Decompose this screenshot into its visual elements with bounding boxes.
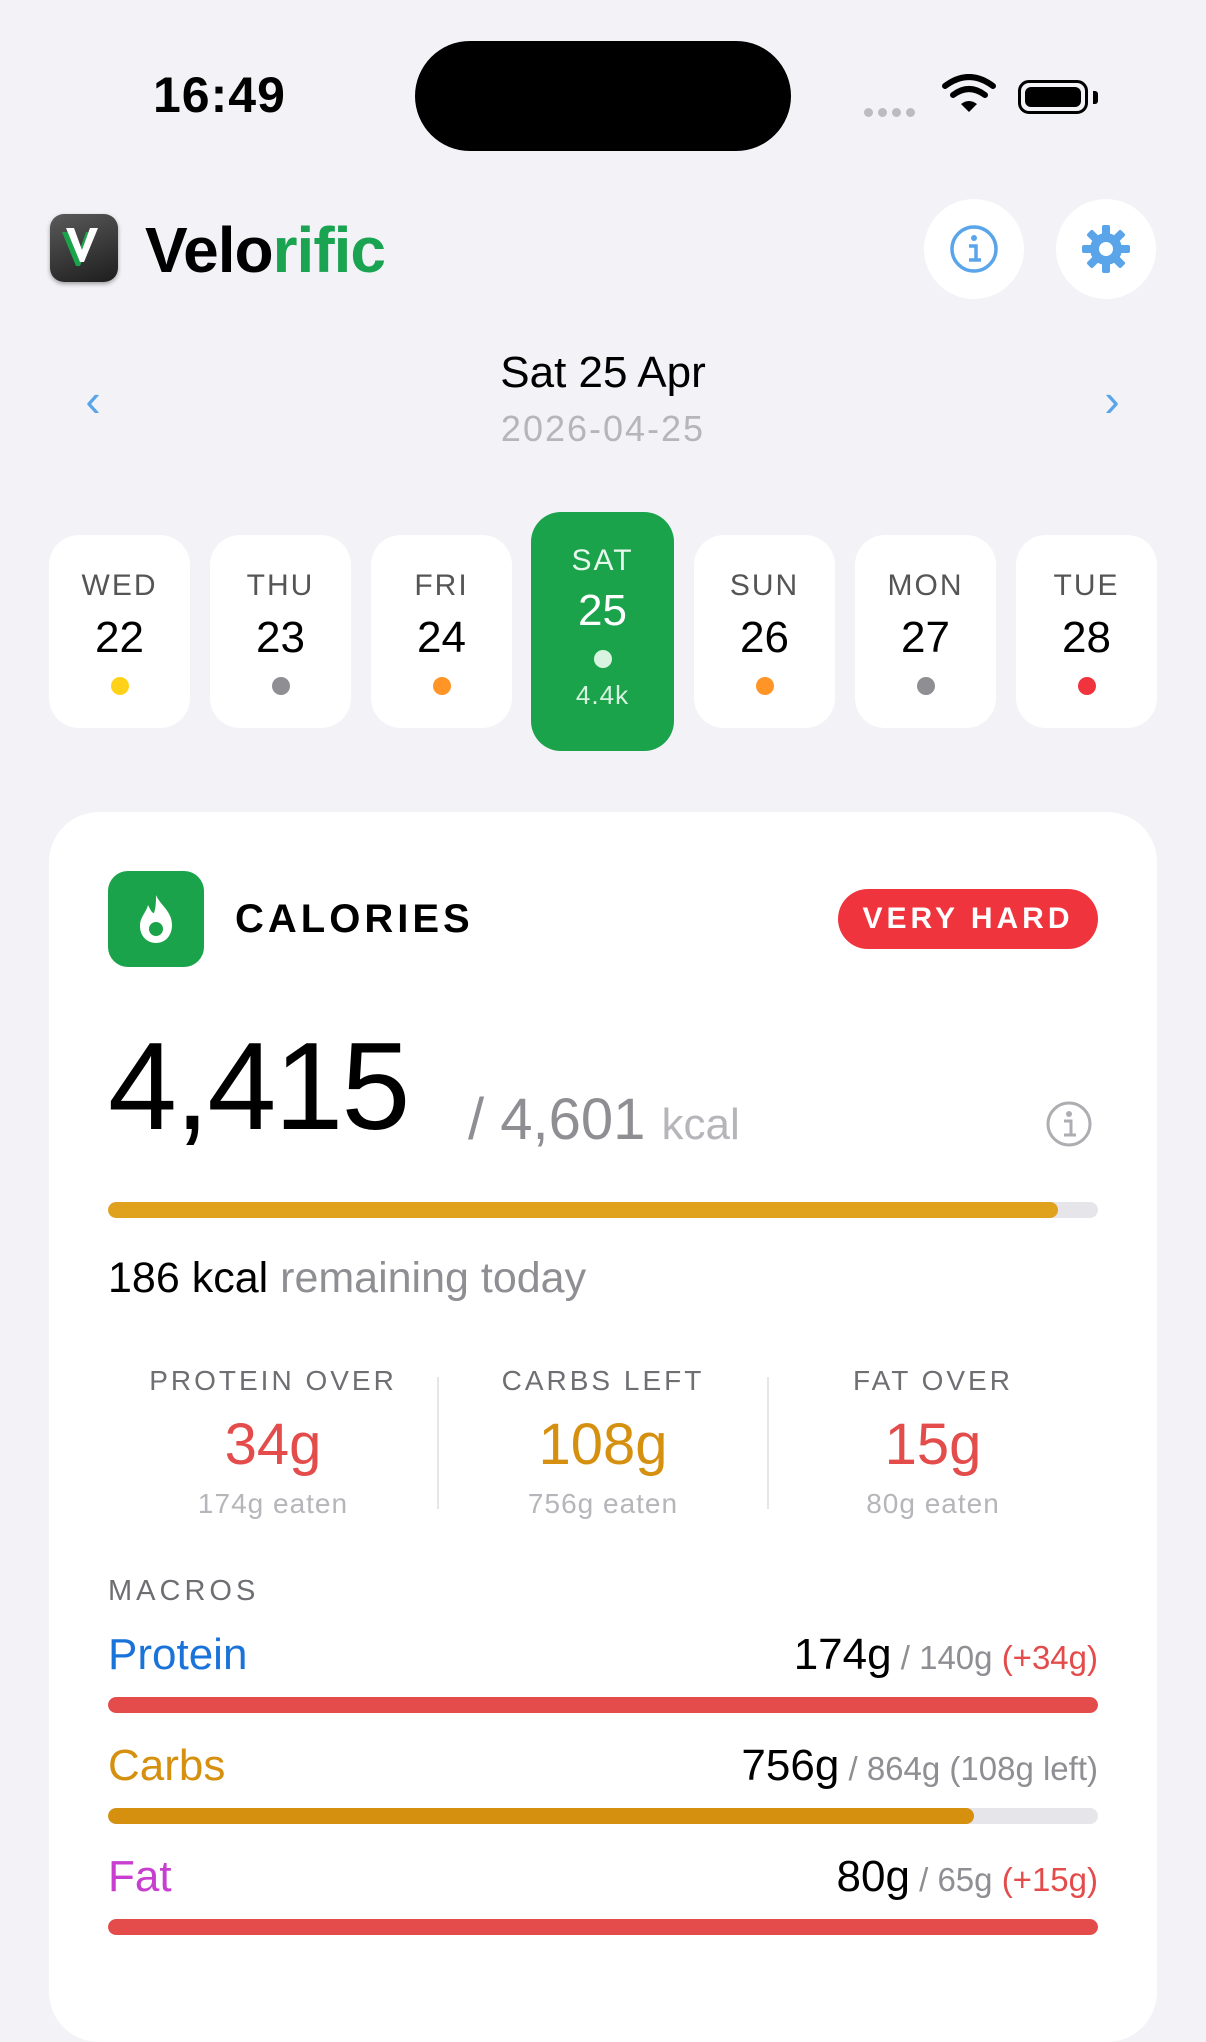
day-tue-28[interactable]: TUE 28 bbox=[1016, 535, 1157, 728]
stat-label: FAT OVER bbox=[853, 1365, 1013, 1396]
app-title: Velorific bbox=[145, 214, 386, 286]
day-status-dot bbox=[755, 677, 774, 695]
stat-sub: 174g eaten bbox=[197, 1488, 349, 1519]
macro-bar-fat bbox=[108, 1919, 1098, 1935]
dynamic-island bbox=[415, 41, 791, 151]
calories-info-icon[interactable] bbox=[1045, 1100, 1093, 1148]
stat-label: PROTEIN OVER bbox=[149, 1365, 397, 1396]
info-button[interactable] bbox=[924, 199, 1024, 299]
cellular-signal-icon bbox=[864, 104, 920, 122]
calories-label: CALORIES bbox=[235, 897, 474, 941]
battery-cap bbox=[1093, 91, 1098, 104]
difficulty-badge: VERY HARD bbox=[838, 889, 1098, 949]
day-status-dot bbox=[110, 677, 129, 695]
day-name: TUE bbox=[1053, 569, 1120, 602]
day-name: SUN bbox=[729, 569, 800, 602]
stat-value: 15g bbox=[884, 1412, 982, 1477]
macro-name-protein: Protein bbox=[108, 1630, 248, 1679]
day-number: 28 bbox=[1062, 613, 1111, 662]
day-calories: 4.4k bbox=[575, 680, 630, 710]
stat-value: 34g bbox=[224, 1412, 322, 1477]
macro-values-fat: 80g / 65g (+15g) bbox=[836, 1852, 1098, 1901]
remaining-calories: 186 kcal remaining today bbox=[108, 1253, 586, 1303]
day-name: FRI bbox=[414, 569, 469, 602]
day-thu-23[interactable]: THU 23 bbox=[210, 535, 351, 728]
calories-consumed: 4,415 bbox=[108, 1018, 410, 1156]
calories-unit: kcal bbox=[661, 1100, 740, 1149]
calories-goal: / 4,601 kcal bbox=[468, 1090, 740, 1155]
macro-name-carbs: Carbs bbox=[108, 1741, 226, 1790]
remaining-value: 186 kcal bbox=[108, 1254, 269, 1302]
day-status-dot bbox=[593, 650, 612, 668]
battery-icon bbox=[1018, 80, 1088, 114]
status-time: 16:49 bbox=[153, 67, 286, 123]
day-number: 26 bbox=[740, 613, 789, 662]
day-sat-25-selected[interactable]: SAT 25 4.4k bbox=[531, 512, 674, 751]
flame-icon bbox=[140, 895, 172, 943]
macro-bar-protein bbox=[108, 1697, 1098, 1713]
stat-carbs-left: CARBS LEFT 108g 756g eaten bbox=[438, 1365, 768, 1520]
macros-heading: MACROS bbox=[108, 1575, 260, 1607]
gear-icon bbox=[1082, 225, 1130, 273]
macro-fill-fat bbox=[108, 1919, 1098, 1935]
stat-protein-over: PROTEIN OVER 34g 174g eaten bbox=[108, 1365, 438, 1520]
day-wed-22[interactable]: WED 22 bbox=[49, 535, 190, 728]
day-mon-27[interactable]: MON 27 bbox=[855, 535, 996, 728]
remaining-text: remaining today bbox=[280, 1254, 587, 1302]
day-status-dot bbox=[916, 677, 935, 695]
calories-card-icon bbox=[108, 871, 204, 967]
stat-sub: 80g eaten bbox=[866, 1488, 1000, 1519]
day-status-dot bbox=[271, 677, 290, 695]
next-day-chevron-icon[interactable]: › bbox=[1082, 370, 1142, 430]
day-name: WED bbox=[81, 569, 158, 602]
day-number: 27 bbox=[901, 613, 950, 662]
macro-values-carbs: 756g / 864g (108g left) bbox=[741, 1741, 1098, 1790]
calories-progress-bar bbox=[108, 1202, 1098, 1218]
app-logo-icon bbox=[50, 214, 118, 282]
stat-label: CARBS LEFT bbox=[501, 1365, 705, 1396]
selected-date: Sat 25 Apr bbox=[500, 348, 706, 397]
stat-sub: 756g eaten bbox=[527, 1488, 679, 1519]
day-name: THU bbox=[246, 569, 315, 602]
macro-fill-protein bbox=[108, 1697, 1098, 1713]
day-status-dot bbox=[1077, 677, 1096, 695]
info-icon bbox=[950, 225, 998, 273]
calories-goal-value: / 4,601 bbox=[468, 1087, 646, 1152]
day-sun-26[interactable]: SUN 26 bbox=[694, 535, 835, 728]
stat-fat-over: FAT OVER 15g 80g eaten bbox=[768, 1365, 1098, 1520]
macro-fill-carbs bbox=[108, 1808, 975, 1824]
macro-name-fat: Fat bbox=[108, 1852, 172, 1901]
wifi-icon bbox=[942, 74, 996, 112]
stat-value: 108g bbox=[538, 1412, 668, 1477]
day-status-dot bbox=[432, 677, 451, 695]
day-fri-24[interactable]: FRI 24 bbox=[371, 535, 512, 728]
selected-date-iso: 2026-04-25 bbox=[500, 408, 706, 449]
day-name: MON bbox=[887, 569, 964, 602]
day-number: 22 bbox=[95, 613, 144, 662]
settings-button[interactable] bbox=[1056, 199, 1156, 299]
day-number: 24 bbox=[417, 613, 466, 662]
day-name: SAT bbox=[571, 544, 634, 577]
calories-progress-fill bbox=[108, 1202, 1059, 1218]
macro-bar-carbs bbox=[108, 1808, 1098, 1824]
day-number: 25 bbox=[578, 586, 627, 635]
day-number: 23 bbox=[256, 613, 305, 662]
macro-values-protein: 174g / 140g (+34g) bbox=[793, 1630, 1098, 1679]
